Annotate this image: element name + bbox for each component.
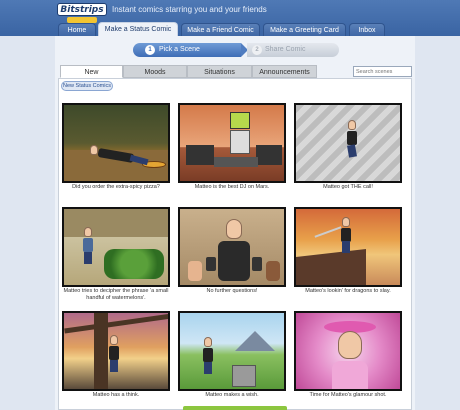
avatar-legs [84, 252, 92, 264]
speaker-icon [186, 145, 214, 165]
tab-home[interactable]: Home [58, 23, 96, 36]
avatar-body [83, 238, 93, 252]
comic-thumbnail[interactable] [178, 103, 286, 183]
comic-thumbnail[interactable] [294, 311, 402, 391]
next-button[interactable] [183, 406, 287, 410]
main-nav: Home Make a Status Comic Make a Friend C… [0, 22, 460, 37]
step-share-comic: 2 Share Comic [247, 43, 339, 57]
tab-make-friend-comic[interactable]: Make a Friend Comic [181, 23, 260, 36]
watermelon-icon [104, 249, 164, 279]
comic-thumbnail[interactable] [294, 103, 402, 183]
bitstrips-logo[interactable]: Bitstrips [57, 3, 107, 23]
avatar-body [332, 361, 368, 389]
avatar [204, 337, 212, 347]
tree-branch [64, 313, 168, 334]
sword-icon [314, 226, 342, 238]
avatar [84, 227, 92, 237]
avatar-body [341, 228, 351, 242]
avatar [342, 217, 350, 227]
comic-caption: Matteo got THE call! [323, 184, 373, 190]
avatar [110, 335, 118, 345]
comic-thumbnail[interactable] [62, 311, 170, 391]
dj-deck [214, 157, 258, 167]
robot-head-icon [230, 112, 250, 129]
avatar-body [203, 348, 213, 362]
tab-make-status-comic[interactable]: Make a Status Comic [98, 22, 178, 37]
filter-badge[interactable]: New Status Comics [61, 81, 113, 91]
step-progress: 1 Pick a Scene 2 Share Comic [133, 43, 339, 57]
comic-thumbnail[interactable] [294, 207, 402, 287]
tab-announcements[interactable]: Announcements [252, 65, 317, 78]
comic-thumbnail[interactable] [62, 103, 170, 183]
tab-inbox[interactable]: Inbox [349, 23, 385, 36]
step-label: Share Comic [265, 46, 306, 53]
microphone-icon [252, 257, 262, 271]
logo-text: Bitstrips [57, 3, 107, 16]
avatar-legs [110, 360, 118, 372]
step-label: Pick a Scene [159, 46, 200, 53]
tagline: Instant comics starring you and your fri… [112, 5, 267, 14]
comic-caption: Matteo is the best DJ on Mars. [194, 184, 270, 190]
avatar-legs [342, 241, 350, 253]
store-shelf [64, 209, 168, 237]
hand-icon [188, 261, 202, 281]
tab-new[interactable]: New [60, 65, 123, 78]
comic-caption: Matteo tries to decipher the phrase 'a s… [63, 288, 169, 301]
step-number: 1 [145, 45, 155, 55]
cliff [296, 249, 366, 285]
tab-moods[interactable]: Moods [123, 65, 187, 78]
robot-body [230, 130, 250, 154]
search-input[interactable] [353, 66, 412, 77]
comic-caption: Did you order the extra-spicy pizza? [72, 184, 160, 190]
comic-caption: Time for Matteo's glamour shot. [309, 392, 387, 398]
comic-caption: No further questions! [206, 288, 258, 294]
avatar-body [109, 346, 119, 360]
avatar [90, 145, 98, 155]
wishing-well-icon [232, 365, 256, 387]
avatar-body [347, 131, 357, 145]
avatar [338, 331, 362, 359]
mountain [235, 331, 275, 351]
avatar [226, 219, 242, 239]
avatar [348, 120, 356, 130]
step-pick-scene[interactable]: 1 Pick a Scene [133, 43, 241, 57]
comic-caption: Matteo's lookin' for dragons to slay. [305, 288, 391, 294]
tab-make-greeting-card[interactable]: Make a Greeting Card [263, 23, 346, 36]
microphone-icon [206, 257, 216, 271]
step-number: 2 [252, 45, 262, 55]
comic-thumbnail[interactable] [178, 207, 286, 287]
speaker-icon [256, 145, 282, 165]
tab-situations[interactable]: Situations [187, 65, 252, 78]
avatar-body [218, 241, 250, 281]
comic-caption: Matteo has a think. [92, 392, 140, 398]
comic-thumbnail[interactable] [62, 207, 170, 287]
comic-caption: Matteo makes a wish. [205, 392, 259, 398]
hand-icon [266, 261, 280, 281]
avatar-legs [204, 362, 212, 374]
comic-thumbnail[interactable] [178, 311, 286, 391]
